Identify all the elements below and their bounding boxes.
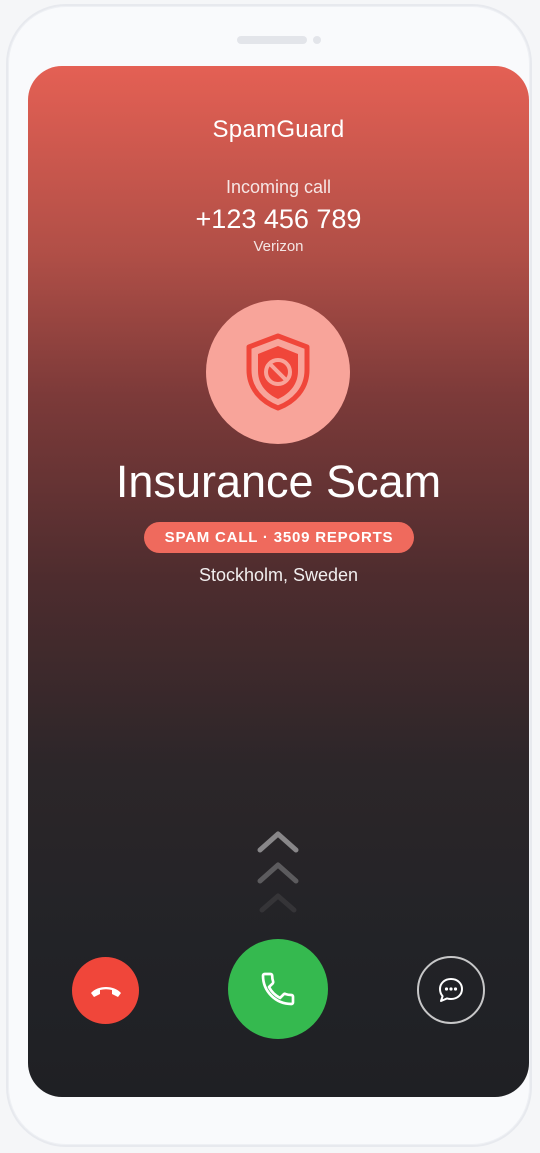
- front-camera: [313, 36, 321, 44]
- caller-number: +123 456 789: [195, 204, 362, 234]
- phone-hangup-icon: [90, 986, 121, 997]
- incoming-call-screen: SpamGuard Incoming call +123 456 789 Ver…: [28, 66, 529, 1097]
- chevron-up-icon: [257, 831, 299, 853]
- chevron-up-icon: [259, 893, 297, 913]
- phone-icon: [261, 972, 295, 1006]
- message-reply-button[interactable]: [417, 956, 485, 1024]
- carrier-name: Verizon: [253, 238, 304, 255]
- shield-block-icon: [246, 333, 310, 411]
- message-bubble-icon: [439, 978, 463, 1002]
- phone-frame: SpamGuard Incoming call +123 456 789 Ver…: [6, 4, 532, 1147]
- spam-badge: SPAM CALL · 3509 REPORTS: [144, 522, 414, 553]
- call-status: Incoming call: [225, 177, 332, 197]
- caller-avatar: [206, 300, 350, 444]
- swipe-up-hint[interactable]: [254, 822, 302, 918]
- caller-location: Stockholm, Sweden: [198, 565, 359, 585]
- chevron-up-icon: [257, 862, 299, 884]
- decline-call-button[interactable]: [72, 957, 139, 1024]
- accept-call-button[interactable]: [228, 939, 328, 1039]
- caller-name: Insurance Scam: [115, 456, 442, 507]
- app-name: SpamGuard: [212, 116, 345, 143]
- speaker-grille: [237, 36, 307, 44]
